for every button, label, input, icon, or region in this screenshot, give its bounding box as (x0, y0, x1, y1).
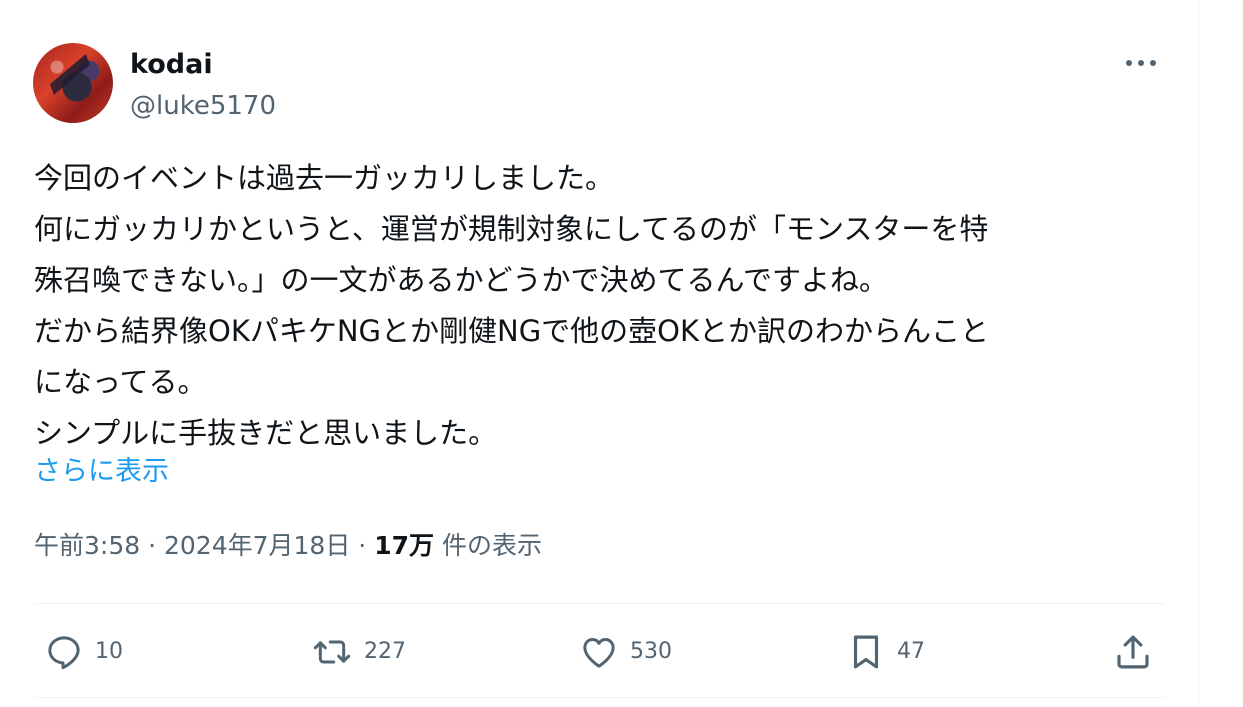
display-name[interactable]: kodai (130, 47, 213, 83)
tweet-line: 今回のイベントは過去一ガッカリしました。 (34, 161, 615, 195)
tweet-line: になってる。 (34, 365, 207, 399)
share-icon (1117, 635, 1149, 669)
tweet-line: シンプルに手抜きだと思いました。 (34, 416, 498, 450)
like-button[interactable]: 530 (578, 628, 672, 676)
user-handle[interactable]: @luke5170 (130, 89, 276, 123)
tweet-line: だから結界像OKパキケNGとか剛健NGで他の壺OKとか訳のわからんこと (34, 314, 990, 348)
bookmark-button[interactable]: 47 (845, 628, 925, 676)
tweet-date[interactable]: 2024年7月18日 (164, 531, 350, 560)
like-icon (583, 638, 615, 668)
reply-icon (48, 636, 80, 670)
bookmark-icon (853, 635, 879, 669)
views-count: 17万 (374, 531, 434, 560)
reply-button[interactable]: 10 (43, 628, 123, 676)
more-button[interactable] (1124, 48, 1158, 78)
avatar[interactable] (33, 43, 113, 123)
retweet-button[interactable]: 227 (310, 628, 406, 676)
share-button[interactable] (1112, 628, 1154, 676)
meta-separator: · (148, 531, 157, 560)
tweet-line: 殊召喚できない。」の一文があるかどうかで決めてるんですよね。 (34, 263, 889, 297)
divider (34, 697, 1164, 698)
divider (34, 603, 1164, 604)
show-more-link[interactable]: さらに表示 (34, 452, 169, 492)
tweet-text: 今回のイベントは過去一ガッカリしました。 何にガッカリかというと、運営が規制対象… (34, 153, 1179, 459)
column-border (1198, 0, 1199, 707)
retweet-count: 227 (364, 639, 406, 664)
like-count: 530 (630, 639, 672, 664)
more-icon (1126, 60, 1156, 66)
tweet-line: 何にガッカリかというと、運営が規制対象にしてるのが「モンスターを特 (34, 212, 989, 246)
bookmark-count: 47 (897, 639, 925, 664)
views-label: 件の表示 (441, 531, 542, 560)
tweet-time[interactable]: 午前3:58 (34, 531, 140, 560)
retweet-icon (313, 640, 351, 664)
tweet-meta: 午前3:58 · 2024年7月18日 · 17万 件の表示 (34, 527, 542, 565)
meta-separator: · (358, 531, 367, 560)
reply-count: 10 (95, 639, 123, 664)
